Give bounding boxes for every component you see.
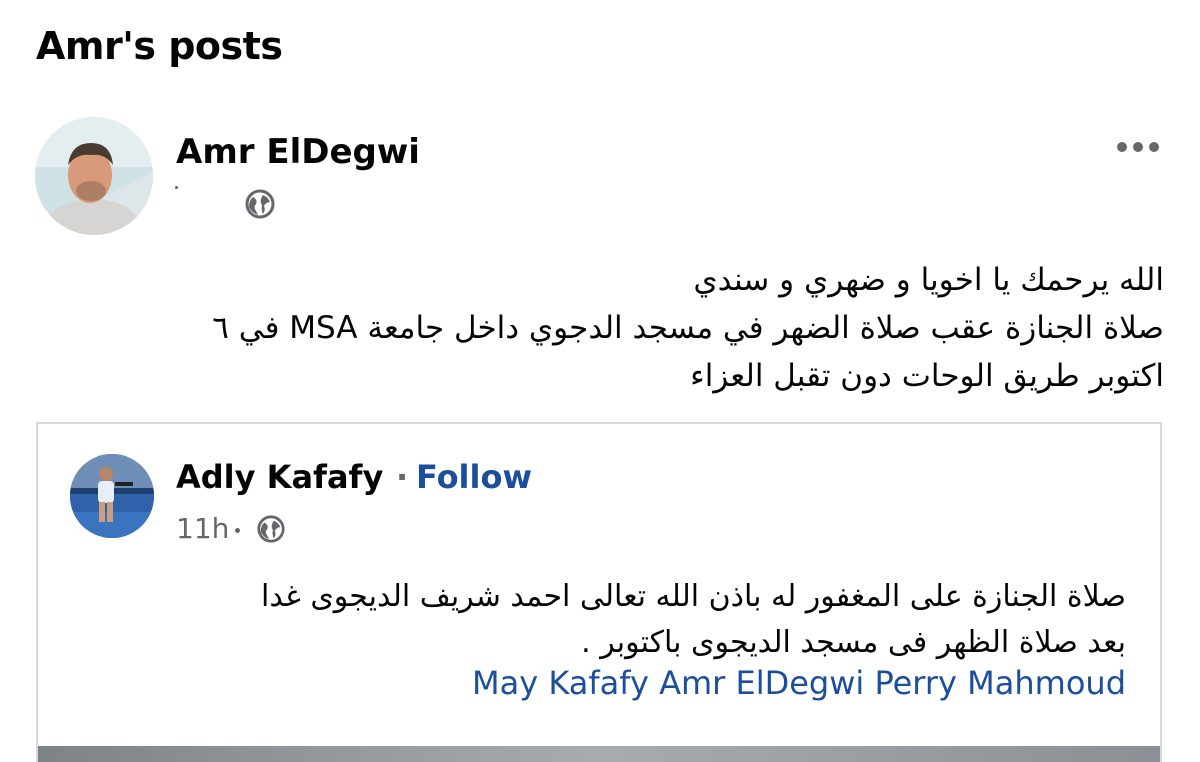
follow-button[interactable]: Follow: [416, 458, 532, 496]
shared-post-body-line: بعد صلاة الظهر فى مسجد الديجوى باكتوبر .: [581, 625, 1126, 660]
tag-link-may-kafafy[interactable]: May Kafafy: [472, 664, 649, 702]
post-author-name[interactable]: Amr ElDegwi: [176, 132, 420, 172]
post-body-line: اكتوبر طريق الوحات دون تقبل العزاء: [690, 358, 1164, 394]
author-follow-separator: ·: [396, 458, 409, 496]
shared-post-author-name[interactable]: Adly Kafafy: [176, 458, 383, 496]
shared-post-card[interactable]: Adly Kafafy · Follow 11h صلاة الجنازة عل…: [36, 422, 1162, 762]
globe-icon: [256, 514, 286, 544]
post-body-line: الله يرحمك يا اخويا و ضهري و سندي: [693, 262, 1164, 298]
shared-post-body: صلاة الجنازة على المغفور له باذن الله تع…: [66, 574, 1126, 666]
tagged-people: May Kafafy Amr ElDegwi Perry Mahmoud: [472, 664, 1126, 702]
post-body-line: صلاة الجنازة عقب صلاة الضهر في مسجد الدج…: [212, 310, 1164, 346]
meta-separator-dot: [235, 528, 240, 533]
meta-separator-dot: [175, 186, 178, 189]
page-title: Amr's posts: [36, 24, 283, 68]
post-body: الله يرحمك يا اخويا و ضهري و سندي صلاة ا…: [44, 256, 1164, 400]
post-timestamp[interactable]: 11h: [176, 512, 229, 545]
shared-post-image[interactable]: [38, 746, 1160, 762]
shared-author-avatar[interactable]: [70, 454, 154, 538]
author-avatar[interactable]: [35, 117, 153, 235]
tag-link-amr-eldegwi[interactable]: Amr ElDegwi: [659, 664, 864, 702]
tag-link-perry-mahmoud[interactable]: Perry Mahmoud: [874, 664, 1126, 702]
globe-icon: [244, 188, 276, 220]
shared-post-body-line: صلاة الجنازة على المغفور له باذن الله تع…: [261, 579, 1126, 614]
more-options-icon[interactable]: [1108, 130, 1168, 164]
